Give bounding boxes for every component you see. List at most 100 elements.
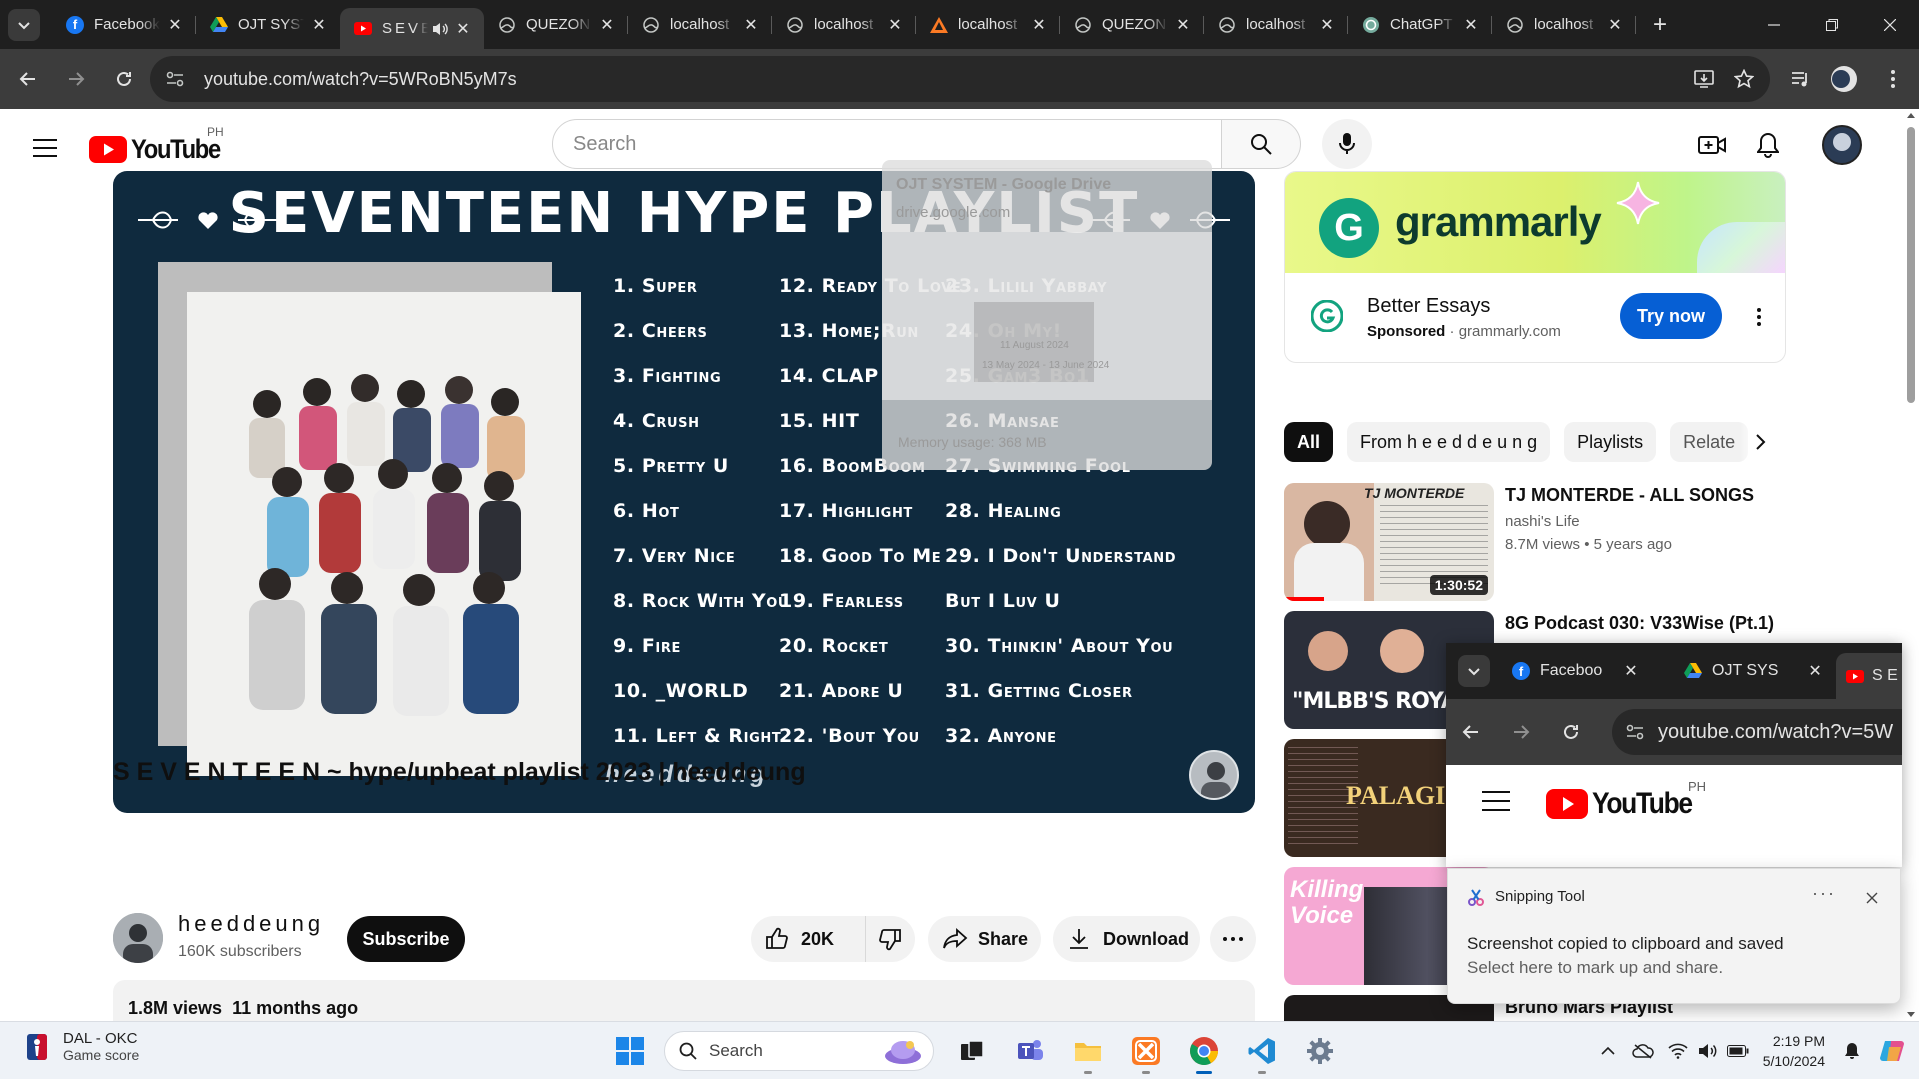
chip-related[interactable]: Relate xyxy=(1670,422,1749,462)
mini-tab-facebook[interactable]: f Faceboo ✕ xyxy=(1512,661,1638,681)
browser-tab[interactable]: QUEZON ✕ xyxy=(484,0,628,49)
browser-tab[interactable]: localhost ✕ xyxy=(1204,0,1348,49)
close-tab-icon[interactable]: ✕ xyxy=(166,16,184,34)
browser-tab[interactable]: QUEZON ✕ xyxy=(1060,0,1204,49)
close-icon[interactable] xyxy=(1866,892,1878,904)
xampp-app[interactable] xyxy=(1122,1027,1170,1075)
ad-more-icon[interactable] xyxy=(1747,300,1771,334)
search-input[interactable] xyxy=(573,132,1221,156)
dislike-button[interactable] xyxy=(866,916,914,962)
close-tab-icon[interactable]: ✕ xyxy=(310,16,328,34)
taskbar-search[interactable]: Search xyxy=(664,1031,934,1071)
browser-tab[interactable]: localhost ✕ xyxy=(916,0,1060,49)
video-title[interactable]: 8G Podcast 030: V33Wise (Pt.1) xyxy=(1505,611,1785,635)
chip-playlists[interactable]: Playlists xyxy=(1564,422,1657,462)
chrome-app[interactable] xyxy=(1180,1027,1228,1075)
scrollbar-thumb[interactable] xyxy=(1907,127,1915,403)
mini-address-bar[interactable]: youtube.com/watch?v=5W xyxy=(1612,709,1902,755)
minimize-button[interactable] xyxy=(1745,0,1803,49)
browser-tab[interactable]: localhost ✕ xyxy=(772,0,916,49)
address-bar[interactable]: youtube.com/watch?v=5WRoBN5yM7s xyxy=(150,56,1770,102)
widgets-button[interactable]: DAL - OKC Game score xyxy=(26,1030,139,1063)
close-tab-icon[interactable]: ✕ xyxy=(1174,16,1192,34)
page-scrollbar[interactable] xyxy=(1903,109,1919,1021)
close-tab-icon[interactable]: ✕ xyxy=(598,16,616,34)
close-tab-icon[interactable]: ✕ xyxy=(1606,16,1624,34)
close-tab-icon[interactable]: ✕ xyxy=(1462,16,1480,34)
mini-tab-drive[interactable]: OJT SYS ✕ xyxy=(1684,661,1822,681)
download-button[interactable]: Download xyxy=(1053,916,1200,962)
tray-overflow-button[interactable] xyxy=(1593,1022,1623,1080)
more-actions-button[interactable] xyxy=(1210,916,1256,962)
new-tab-button[interactable]: + xyxy=(1644,9,1676,41)
video-title[interactable]: TJ MONTERDE - ALL SONGS xyxy=(1505,483,1785,507)
video-channel[interactable]: nashi's Life xyxy=(1505,513,1580,530)
close-tab-icon[interactable]: ✕ xyxy=(886,16,904,34)
create-button[interactable] xyxy=(1690,123,1734,167)
description-box[interactable]: 1.8M views 11 months ago xyxy=(113,980,1255,1021)
channel-watermark[interactable] xyxy=(1189,750,1239,800)
chip-all[interactable]: All xyxy=(1284,422,1334,462)
ad-banner[interactable]: G grammarly xyxy=(1285,172,1785,273)
onedrive-icon[interactable] xyxy=(1623,1022,1663,1080)
close-tab-icon[interactable]: ✕ xyxy=(742,16,760,34)
notifications-button[interactable] xyxy=(1746,123,1790,167)
profile-avatar[interactable] xyxy=(1827,59,1867,99)
close-tab-icon[interactable]: ✕ xyxy=(1318,16,1336,34)
mini-tab-search[interactable] xyxy=(1458,655,1490,687)
file-explorer-app[interactable] xyxy=(1064,1027,1112,1075)
chrome-menu-button[interactable] xyxy=(1873,59,1913,99)
browser-tab[interactable]: ChatGPT ✕ xyxy=(1348,0,1492,49)
notifications-bell-icon[interactable] xyxy=(1837,1022,1867,1080)
subscribe-button[interactable]: Subscribe xyxy=(347,916,465,962)
chip-from-channel[interactable]: From h e e d d e u n g xyxy=(1347,422,1551,462)
youtube-logo[interactable]: YouTube PH xyxy=(89,125,232,167)
browser-tab[interactable]: f Facebook ✕ xyxy=(52,0,196,49)
mini-tab-youtube[interactable]: S E xyxy=(1836,653,1902,699)
restore-button[interactable] xyxy=(1803,0,1861,49)
browser-tab[interactable]: localhost ✕ xyxy=(1492,0,1636,49)
browser-tab[interactable]: SEVENTEEN ✕ xyxy=(340,8,484,49)
forward-button[interactable] xyxy=(56,59,96,99)
recommended-video[interactable]: TJ MONTERDE 1:30:52 TJ MONTERDE - ALL SO… xyxy=(1284,483,1790,601)
share-button[interactable]: Share xyxy=(928,916,1041,962)
search-button[interactable] xyxy=(1221,119,1301,169)
battery-icon[interactable] xyxy=(1723,1022,1753,1080)
voice-search-button[interactable] xyxy=(1322,119,1372,169)
tab-search-button[interactable] xyxy=(8,8,40,41)
media-control-icon[interactable] xyxy=(1781,59,1821,99)
install-app-icon[interactable] xyxy=(1684,59,1724,99)
chips-next-button[interactable] xyxy=(1740,421,1780,463)
account-avatar[interactable] xyxy=(1820,123,1864,167)
volume-icon[interactable] xyxy=(1693,1022,1723,1080)
vscode-app[interactable] xyxy=(1238,1027,1286,1075)
snipping-tool-notification[interactable]: Snipping Tool ··· Screenshot copied to c… xyxy=(1447,868,1901,1004)
copilot-icon[interactable] xyxy=(1867,1022,1919,1080)
close-tab-icon[interactable]: ✕ xyxy=(454,20,472,38)
like-button[interactable]: 20K xyxy=(751,916,866,962)
system-clock[interactable]: 2:19 PM 5/10/2024 xyxy=(1763,1031,1825,1071)
channel-name[interactable]: heeddeung xyxy=(178,911,324,937)
sponsored-ad[interactable]: G grammarly Better Essays Sponsored · gr… xyxy=(1284,171,1786,363)
preview-line-1: 11 August 2024 xyxy=(1000,340,1069,351)
wifi-icon[interactable] xyxy=(1663,1022,1693,1080)
site-info-icon[interactable] xyxy=(156,60,194,98)
close-tab-icon[interactable]: ✕ xyxy=(1030,16,1048,34)
browser-tab[interactable]: localhost ✕ xyxy=(628,0,772,49)
video-thumbnail[interactable]: TJ MONTERDE 1:30:52 xyxy=(1284,483,1494,601)
ad-cta-button[interactable]: Try now xyxy=(1620,293,1722,339)
settings-app[interactable] xyxy=(1296,1027,1344,1075)
audio-playing-icon[interactable] xyxy=(432,22,448,36)
toast-options-button[interactable]: ··· xyxy=(1812,883,1836,904)
start-button[interactable] xyxy=(606,1027,654,1075)
browser-tab[interactable]: OJT SYSTEM ✕ xyxy=(196,0,340,49)
bookmark-star-icon[interactable] xyxy=(1724,59,1764,99)
guide-menu-button[interactable] xyxy=(28,131,62,165)
task-view-button[interactable] xyxy=(948,1027,996,1075)
teams-app[interactable] xyxy=(1006,1027,1054,1075)
reload-button[interactable] xyxy=(104,59,144,99)
back-button[interactable] xyxy=(8,59,48,99)
snip-preview-window[interactable]: f Faceboo ✕ OJT SYS ✕ S E youtube.com/watch… xyxy=(1446,643,1902,867)
channel-avatar[interactable] xyxy=(113,913,163,963)
close-window-button[interactable] xyxy=(1861,0,1919,49)
